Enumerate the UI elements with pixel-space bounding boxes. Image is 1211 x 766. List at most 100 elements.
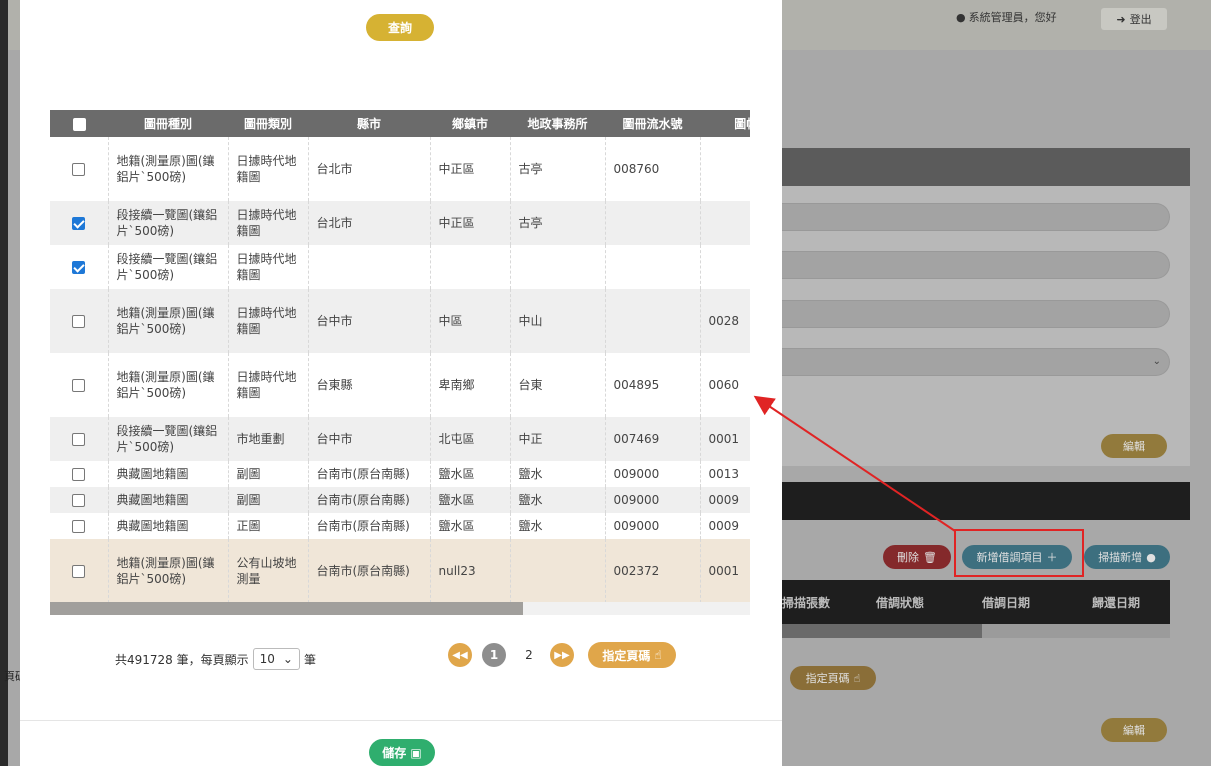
modal-dialog: 查詢 圖冊種別 圖冊類別 縣市 鄉鎮市 地政事務所 圖冊流水號 圖幅(冊 地籍(	[20, 0, 782, 766]
cell-office: 鹽水	[510, 513, 606, 539]
col-sheet[interactable]: 圖幅(冊	[700, 110, 750, 137]
query-button[interactable]: 查詢	[366, 14, 434, 41]
hand-pointer-icon: ☝	[853, 671, 861, 685]
cell-serial: 002372	[605, 539, 701, 603]
row-checkbox[interactable]	[72, 494, 86, 507]
row-checkbox-cell	[50, 201, 109, 245]
cell-town	[430, 245, 511, 289]
row-checkbox[interactable]	[72, 217, 86, 230]
row-checkbox[interactable]	[72, 261, 86, 274]
table-row[interactable]: 段接續一覽圖(鑲鋁片`500磅) 日據時代地籍圖	[50, 245, 750, 289]
save-icon: ▣	[410, 745, 422, 760]
page-1-button[interactable]: 1	[482, 643, 506, 667]
row-checkbox-cell	[50, 487, 109, 513]
table-row[interactable]: 典藏圖地籍圖 正圖 台南市(原台南縣) 鹽水區 鹽水 009000 0009	[50, 513, 750, 539]
table-row[interactable]: 典藏圖地籍圖 副圖 台南市(原台南縣) 鹽水區 鹽水 009000 0013	[50, 461, 750, 487]
user-greeting: ● 系統管理員，您好	[956, 10, 1057, 25]
hand-pointer-icon: ☝	[654, 648, 662, 662]
row-checkbox-cell	[50, 289, 109, 353]
cell-category: 市地重劃	[228, 417, 309, 461]
cell-town: 鹽水區	[430, 487, 511, 513]
scrollbar-thumb[interactable]	[50, 602, 523, 615]
form-input-1[interactable]	[782, 203, 1170, 231]
cell-kind: 地籍(測量原)圖(鑲鋁片`500磅)	[108, 137, 229, 201]
cell-kind: 段接續一覽圖(鑲鋁片`500磅)	[108, 417, 229, 461]
col-serial[interactable]: 圖冊流水號	[605, 110, 700, 137]
cell-sheet: 0001	[700, 539, 750, 603]
cell-kind: 地籍(測量原)圖(鑲鋁片`500磅)	[108, 289, 229, 353]
chevron-down-icon: ⌄	[1152, 356, 1161, 367]
col-kind[interactable]: 圖冊種別	[108, 110, 228, 137]
row-checkbox[interactable]	[72, 520, 86, 533]
cell-sheet: 0009	[700, 487, 750, 513]
delete-button[interactable]: 刪除 🗑	[883, 545, 951, 569]
logout-button[interactable]: ➜ 登出	[1101, 8, 1167, 30]
save-button[interactable]: 儲存 ▣	[369, 739, 435, 766]
table-row[interactable]: 地籍(測量原)圖(鑲鋁片`500磅) 日據時代地籍圖 台東縣 卑南鄉 台東 004895 0…	[50, 353, 750, 417]
form-input-3[interactable]	[782, 300, 1170, 328]
select-all-checkbox[interactable]	[72, 117, 86, 131]
cell-category: 日據時代地籍圖	[228, 245, 309, 289]
horizontal-scrollbar[interactable]	[50, 602, 750, 615]
page-size-select[interactable]: 10 ⌄	[252, 648, 300, 670]
row-checkbox[interactable]	[72, 163, 86, 176]
highlight-box	[954, 529, 1084, 577]
cell-office: 古亭	[510, 137, 606, 201]
panel-header	[782, 148, 1190, 186]
row-checkbox[interactable]	[72, 315, 86, 328]
row-checkbox-cell	[50, 245, 109, 289]
table-row[interactable]: 地籍(測量原)圖(鑲鋁片`500磅) 日據時代地籍圖 台北市 中正區 古亭 008760	[50, 137, 750, 201]
cell-kind: 段接續一覽圖(鑲鋁片`500磅)	[108, 245, 229, 289]
edit-button-1[interactable]: 編輯	[1101, 434, 1167, 458]
left-edge	[0, 0, 8, 766]
comment-icon: ●	[1146, 550, 1156, 564]
cell-town: 中區	[430, 289, 511, 353]
cell-county: 台中市	[308, 289, 431, 353]
table-row[interactable]: 地籍(測量原)圖(鑲鋁片`500磅) 日據時代地籍圖 台中市 中區 中山 0028	[50, 289, 750, 353]
cell-category: 日據時代地籍圖	[228, 353, 309, 417]
form-select[interactable]: ⌄	[782, 348, 1170, 376]
table-row[interactable]: 地籍(測量原)圖(鑲鋁片`500磅) 公有山坡地測量 台南市(原台南縣) null23…	[50, 539, 750, 603]
row-checkbox[interactable]	[72, 379, 86, 392]
goto-page-button[interactable]: 指定頁碼 ☝	[588, 642, 676, 668]
select-all-header[interactable]	[50, 110, 108, 137]
row-checkbox[interactable]	[72, 565, 86, 578]
row-checkbox[interactable]	[72, 433, 86, 446]
bg-goto-page-button[interactable]: 指定頁碼 ☝	[790, 666, 876, 690]
cell-office: 鹽水	[510, 461, 606, 487]
cell-serial: 008760	[605, 137, 701, 201]
col-office[interactable]: 地政事務所	[510, 110, 605, 137]
row-checkbox[interactable]	[72, 468, 86, 481]
edit-button-2[interactable]: 編輯	[1101, 718, 1167, 742]
page-2-button[interactable]: 2	[517, 643, 541, 667]
col-category[interactable]: 圖冊類別	[228, 110, 308, 137]
row-checkbox-cell	[50, 539, 109, 603]
prev-page-button[interactable]: ◀◀	[448, 643, 472, 667]
cell-serial: 009000	[605, 513, 701, 539]
col-county[interactable]: 縣市	[308, 110, 430, 137]
cell-county: 台北市	[308, 137, 431, 201]
cell-serial	[605, 245, 701, 289]
user-icon: ●	[956, 10, 966, 24]
cell-county: 台南市(原台南縣)	[308, 513, 431, 539]
row-checkbox-cell	[50, 417, 109, 461]
cell-category: 公有山坡地測量	[228, 539, 309, 603]
cell-sheet	[700, 201, 750, 245]
scan-add-button[interactable]: 掃描新增 ●	[1084, 545, 1170, 569]
form-input-2[interactable]	[782, 251, 1170, 279]
cell-category: 副圖	[228, 461, 309, 487]
next-page-button[interactable]: ▶▶	[550, 643, 574, 667]
col-town[interactable]: 鄉鎮市	[430, 110, 510, 137]
cell-town: null23	[430, 539, 511, 603]
cell-sheet	[700, 245, 750, 289]
table-row[interactable]: 段接續一覽圖(鑲鋁片`500磅) 市地重劃 台中市 北屯區 中正 007469 0001	[50, 417, 750, 461]
cell-sheet: 0013	[700, 461, 750, 487]
cell-town: 鹽水區	[430, 513, 511, 539]
bg-scroll-thumb[interactable]	[782, 624, 982, 638]
cell-county: 台中市	[308, 417, 431, 461]
cell-town: 鹽水區	[430, 461, 511, 487]
row-checkbox-cell	[50, 513, 109, 539]
footer-divider	[20, 720, 782, 721]
table-row[interactable]: 典藏圖地籍圖 副圖 台南市(原台南縣) 鹽水區 鹽水 009000 0009	[50, 487, 750, 513]
table-row[interactable]: 段接續一覽圖(鑲鋁片`500磅) 日據時代地籍圖 台北市 中正區 古亭	[50, 201, 750, 245]
